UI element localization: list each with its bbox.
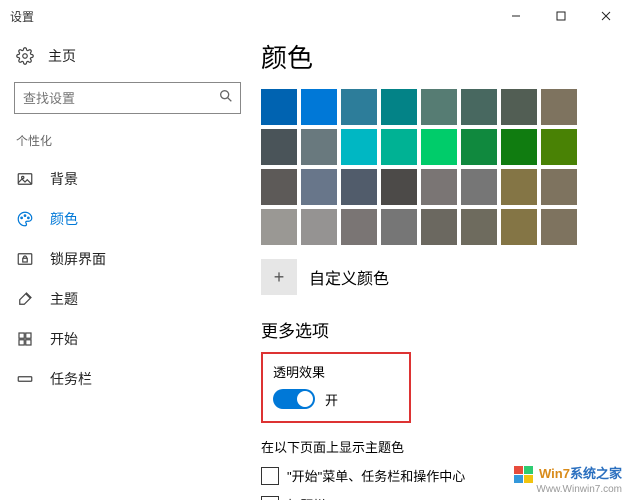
color-swatch[interactable] [381,209,417,245]
transparency-toggle-row: 开 [273,389,399,409]
sidebar-item-taskbar[interactable]: 任务栏 [14,359,241,399]
transparency-state: 开 [325,390,338,409]
sidebar-item-picture[interactable]: 背景 [14,159,241,199]
color-swatch-grid [261,89,628,245]
color-swatch[interactable] [301,89,337,125]
sidebar: 主页 个性化 背景颜色锁屏界面主题开始任务栏 [0,32,255,500]
search-box[interactable] [14,82,241,114]
color-swatch[interactable] [421,169,457,205]
brush-icon [16,290,34,308]
lock-icon [16,250,34,268]
custom-color-label: 自定义颜色 [309,265,389,289]
start-icon [16,330,34,348]
color-swatch[interactable] [501,129,537,165]
color-swatch[interactable] [541,129,577,165]
color-swatch[interactable] [501,89,537,125]
sidebar-item-label: 开始 [50,329,78,349]
color-swatch[interactable] [541,89,577,125]
content: 主页 个性化 背景颜色锁屏界面主题开始任务栏 颜色 + 自定义颜色 更多选项 透… [0,32,628,500]
titlebar: 设置 [0,0,628,32]
nav-list: 背景颜色锁屏界面主题开始任务栏 [14,159,241,399]
color-swatch[interactable] [301,169,337,205]
sidebar-item-start[interactable]: 开始 [14,319,241,359]
gear-icon [16,47,34,65]
color-swatch[interactable] [541,169,577,205]
color-swatch[interactable] [381,89,417,125]
color-swatch[interactable] [461,169,497,205]
watermark: Win7系统之家 Www.Winwin7.com [514,466,622,496]
color-swatch[interactable] [301,129,337,165]
close-button[interactable] [583,0,628,32]
color-swatch[interactable] [421,129,457,165]
color-swatch[interactable] [461,209,497,245]
sidebar-item-label: 锁屏界面 [50,249,106,269]
sidebar-item-brush[interactable]: 主题 [14,279,241,319]
check-label: "开始"菜单、任务栏和操作中心 [287,466,465,485]
color-swatch[interactable] [261,209,297,245]
more-options-heading: 更多选项 [261,317,628,342]
color-swatch[interactable] [461,89,497,125]
home-label: 主页 [48,46,76,66]
color-swatch[interactable] [421,209,457,245]
checkbox[interactable] [261,496,279,500]
main-panel: 颜色 + 自定义颜色 更多选项 透明效果 开 在以下页面上显示主题色 "开始"菜… [255,32,628,500]
accent-desc: 在以下页面上显示主题色 [261,437,628,456]
color-swatch[interactable] [341,209,377,245]
section-header: 个性化 [16,132,241,149]
watermark-url: Www.Winwin7.com [536,484,622,495]
color-swatch[interactable] [341,169,377,205]
window-title: 设置 [10,8,34,25]
color-swatch[interactable] [381,169,417,205]
color-swatch[interactable] [541,209,577,245]
color-swatch[interactable] [421,89,457,125]
page-title: 颜色 [261,38,628,75]
home-link[interactable]: 主页 [14,40,241,72]
window-controls [493,0,628,32]
search-input[interactable] [23,91,218,106]
checkbox[interactable] [261,467,279,485]
color-swatch[interactable] [461,129,497,165]
watermark-brand-b: 系统之家 [570,466,622,481]
color-swatch[interactable] [261,169,297,205]
watermark-brand-a: Win7 [539,466,570,481]
color-swatch[interactable] [501,209,537,245]
toggle-knob [297,391,313,407]
plus-icon[interactable]: + [261,259,297,295]
transparency-highlight: 透明效果 开 [261,352,411,423]
color-swatch[interactable] [301,209,337,245]
taskbar-icon [16,370,34,388]
maximize-button[interactable] [538,0,583,32]
sidebar-item-label: 主题 [50,289,78,309]
picture-icon [16,170,34,188]
transparency-toggle[interactable] [273,389,315,409]
palette-icon [16,210,34,228]
color-swatch[interactable] [381,129,417,165]
transparency-label: 透明效果 [273,362,399,381]
minimize-button[interactable] [493,0,538,32]
color-swatch[interactable] [261,129,297,165]
color-swatch[interactable] [501,169,537,205]
color-swatch[interactable] [261,89,297,125]
sidebar-item-label: 任务栏 [50,369,92,389]
sidebar-item-label: 背景 [50,169,78,189]
sidebar-item-palette[interactable]: 颜色 [14,199,241,239]
sidebar-item-label: 颜色 [50,209,78,229]
search-icon [218,88,234,109]
sidebar-item-lock[interactable]: 锁屏界面 [14,239,241,279]
color-swatch[interactable] [341,89,377,125]
custom-color-row[interactable]: + 自定义颜色 [261,259,628,295]
check-label: 标题栏 [287,495,326,500]
color-swatch[interactable] [341,129,377,165]
windows-logo-icon [514,466,534,484]
